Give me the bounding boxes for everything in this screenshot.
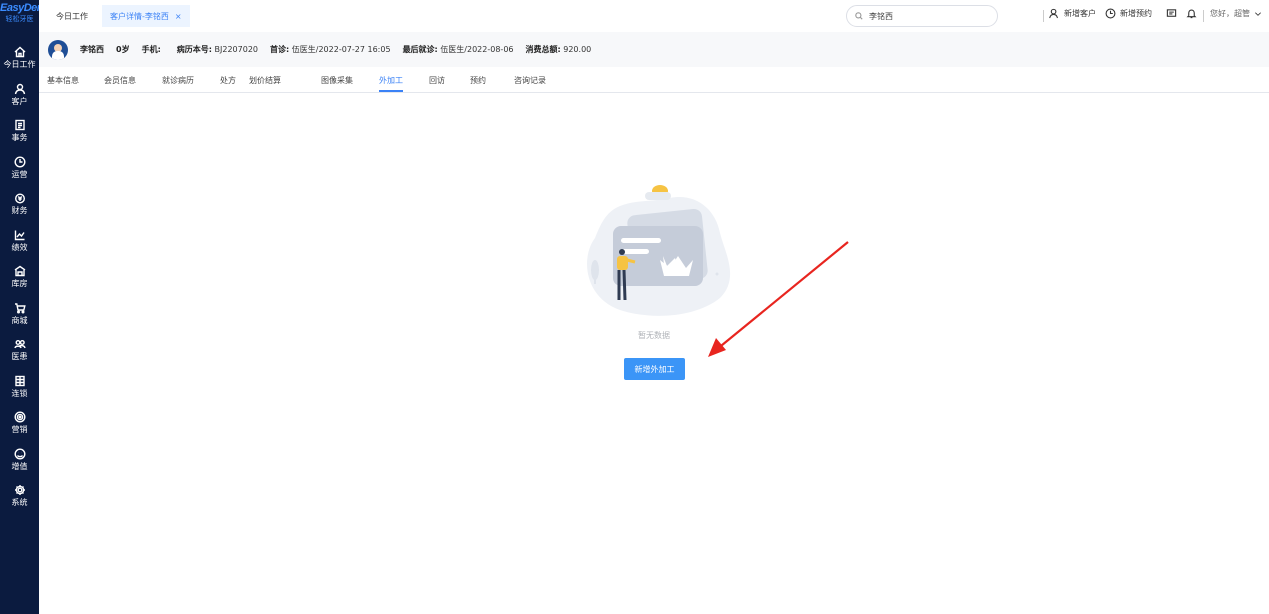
sidebar-item-label: 客户 xyxy=(11,96,28,106)
message-button[interactable] xyxy=(1166,8,1181,19)
sidebar-item-finance[interactable]: 财务 xyxy=(0,186,39,223)
patient-age: 0岁 xyxy=(116,45,130,54)
tab-member-info[interactable]: 会员信息 xyxy=(104,75,136,86)
clock-add-icon xyxy=(1105,8,1116,19)
patient-record-no: 病历本号: BJ2207020 xyxy=(176,45,259,54)
sidebar-item-chain[interactable]: 连锁 xyxy=(0,369,39,406)
new-appointment-label: 新增预约 xyxy=(1120,9,1152,18)
bell-icon xyxy=(1186,9,1197,19)
tab-billing[interactable]: 划价结算 xyxy=(249,75,281,86)
sidebar: EasyDent 轻松牙医 今日工作 客户 事务 运营 财务 绩效 库房 商城 … xyxy=(0,0,47,614)
search-box[interactable] xyxy=(846,5,998,27)
sidebar-item-operation[interactable]: 运营 xyxy=(0,150,39,187)
avatar xyxy=(48,39,68,60)
tab-label: 今日工作 xyxy=(56,11,88,21)
patient-phone: 手机: xyxy=(141,45,161,54)
notification-button[interactable] xyxy=(1186,8,1201,19)
tab-external-processing[interactable]: 外加工 xyxy=(379,75,403,92)
sidebar-item-mall[interactable]: 商城 xyxy=(0,296,39,333)
sidebar-item-doctor-patient[interactable]: 医患 xyxy=(0,332,39,369)
empty-state-text: 暂无数据 xyxy=(638,331,670,340)
sidebar-item-performance[interactable]: 绩效 xyxy=(0,223,39,260)
sidebar-item-marketing[interactable]: 营销 xyxy=(0,405,39,442)
tab-appointment[interactable]: 预约 xyxy=(470,75,486,86)
sidebar-item-today[interactable]: 今日工作 xyxy=(0,40,39,77)
sidebar-item-label: 连锁 xyxy=(11,388,28,398)
new-customer-button[interactable]: 新增客户 xyxy=(1049,8,1096,19)
people-icon xyxy=(13,340,26,349)
user-add-icon xyxy=(1049,8,1058,19)
close-icon[interactable]: × xyxy=(175,12,182,21)
sidebar-item-label: 医患 xyxy=(11,352,28,362)
tab-label: 客户详情-李铭西 xyxy=(110,11,169,21)
sidebar-item-label: 商城 xyxy=(11,315,28,325)
annotation-arrow xyxy=(708,241,849,357)
sidebar-item-label: 今日工作 xyxy=(3,60,36,70)
sidebar-item-value-added[interactable]: 增值 xyxy=(0,442,39,479)
warehouse-icon xyxy=(14,265,25,277)
search-icon xyxy=(855,12,863,20)
sidebar-item-label: 系统 xyxy=(11,498,28,508)
sidebar-item-warehouse[interactable]: 库房 xyxy=(0,259,39,296)
clock-icon xyxy=(13,156,26,168)
greeting-text: 您好，超管 xyxy=(1210,9,1250,18)
tab-prescription[interactable]: 处方 xyxy=(220,75,236,86)
user-icon xyxy=(14,83,25,94)
sidebar-item-label: 增值 xyxy=(11,461,28,471)
sidebar-item-label: 财务 xyxy=(11,206,28,216)
divider xyxy=(1043,10,1044,22)
sidebar-item-system[interactable]: 系统 xyxy=(0,478,39,515)
sidebar-item-label: 营销 xyxy=(11,425,28,435)
marketing-icon xyxy=(13,411,26,423)
tab-image-capture[interactable]: 图像采集 xyxy=(321,75,353,86)
app-logo[interactable]: EasyDent 轻松牙医 xyxy=(0,0,47,40)
tab-medical-records[interactable]: 就诊病历 xyxy=(162,75,194,86)
task-icon xyxy=(14,120,25,131)
chevron-down-icon xyxy=(1255,11,1261,16)
tab-consult-records[interactable]: 咨询记录 xyxy=(514,75,546,86)
cart-icon xyxy=(14,303,26,314)
tab-basic-info[interactable]: 基本信息 xyxy=(47,75,79,86)
sidebar-item-label: 绩效 xyxy=(11,242,28,252)
sidebar-item-label: 运营 xyxy=(11,169,28,179)
tab-customer-detail[interactable]: 客户详情-李铭西 × xyxy=(102,5,190,27)
value-added-icon xyxy=(13,448,26,460)
patient-name: 李铭西 xyxy=(80,45,104,54)
patient-first-visit: 首诊: 伍医生/2022-07-27 16:05 xyxy=(270,45,391,54)
search-input[interactable] xyxy=(869,11,979,21)
add-external-processing-button[interactable]: 新增外加工 xyxy=(624,358,685,380)
patient-info-bar: 李铭西 0岁 手机: 病历本号: BJ2207020 首诊: 伍医生/2022-… xyxy=(39,32,1269,67)
patient-last-visit: 最后就诊: 伍医生/2022-08-06 xyxy=(402,45,514,54)
sidebar-item-label: 事务 xyxy=(11,133,28,143)
chain-icon xyxy=(14,375,25,386)
home-icon xyxy=(14,46,25,58)
patient-total-spend: 消费总额: 920.00 xyxy=(525,45,592,54)
logo-sub: 轻松牙医 xyxy=(5,15,34,23)
logo-main: EasyDent xyxy=(0,2,47,14)
sidebar-item-customer[interactable]: 客户 xyxy=(0,77,39,114)
sidebar-item-label: 库房 xyxy=(11,279,28,289)
gear-icon xyxy=(14,485,25,496)
divider xyxy=(1203,10,1204,22)
sidebar-item-affairs[interactable]: 事务 xyxy=(0,113,39,150)
message-icon xyxy=(1166,9,1177,17)
detail-tabs: 基本信息 会员信息 就诊病历 处方 划价结算 图像采集 外加工 回访 预约 咨询… xyxy=(39,67,1269,93)
chart-icon xyxy=(14,230,25,240)
new-appointment-button[interactable]: 新增预约 xyxy=(1105,8,1152,19)
money-icon xyxy=(14,193,25,204)
tab-follow-up[interactable]: 回访 xyxy=(429,75,445,86)
user-menu[interactable]: 您好，超管 xyxy=(1210,8,1262,19)
new-customer-label: 新增客户 xyxy=(1064,9,1096,18)
tab-today-work[interactable]: 今日工作 xyxy=(48,5,96,27)
